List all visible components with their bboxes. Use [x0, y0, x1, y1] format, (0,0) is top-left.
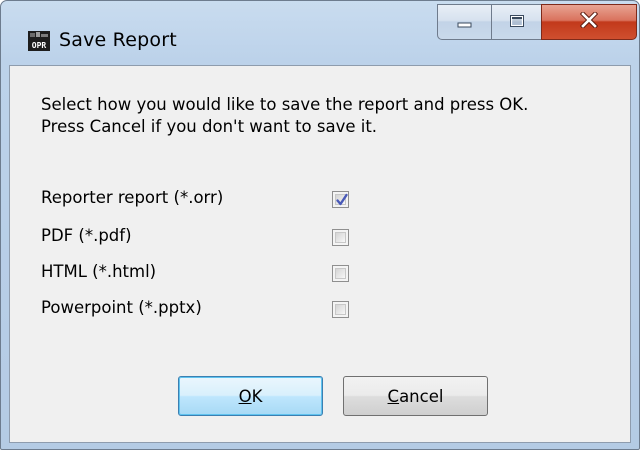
minimize-icon [457, 13, 473, 32]
ok-label-rest: K [251, 386, 263, 406]
close-icon [579, 10, 599, 32]
minimize-button[interactable] [437, 4, 491, 40]
checkbox-reporter[interactable] [332, 191, 349, 208]
maximize-button[interactable] [491, 4, 541, 40]
cancel-button[interactable]: Cancel [343, 376, 488, 416]
window-title: Save Report [59, 29, 177, 51]
save-report-dialog: OPR Save Report Select how you would lik… [0, 0, 640, 450]
dialog-body: Select how you would like to save the re… [9, 65, 631, 443]
checkbox-html[interactable] [332, 265, 349, 282]
ok-button[interactable]: OK [178, 376, 323, 416]
close-button[interactable] [541, 4, 637, 40]
title-bar[interactable]: OPR Save Report [1, 1, 639, 65]
option-label-reporter: Reporter report (*.orr) [41, 188, 224, 207]
checkbox-powerpoint[interactable] [332, 301, 349, 318]
maximize-icon [509, 13, 525, 32]
cancel-mnemonic: C [387, 386, 400, 406]
app-icon: OPR [28, 31, 50, 51]
instructions-text: Select how you would like to save the re… [41, 95, 529, 136]
option-label-html: HTML (*.html) [41, 262, 157, 281]
app-icon-text: OPR [32, 41, 47, 50]
option-label-pdf: PDF (*.pdf) [41, 226, 132, 245]
caption-buttons [437, 4, 637, 44]
ok-mnemonic: O [238, 386, 252, 406]
checkmark-icon [336, 193, 348, 206]
cancel-label-rest: ancel [399, 386, 444, 406]
checkbox-pdf[interactable] [332, 229, 349, 246]
option-label-powerpoint: Powerpoint (*.pptx) [41, 298, 202, 317]
